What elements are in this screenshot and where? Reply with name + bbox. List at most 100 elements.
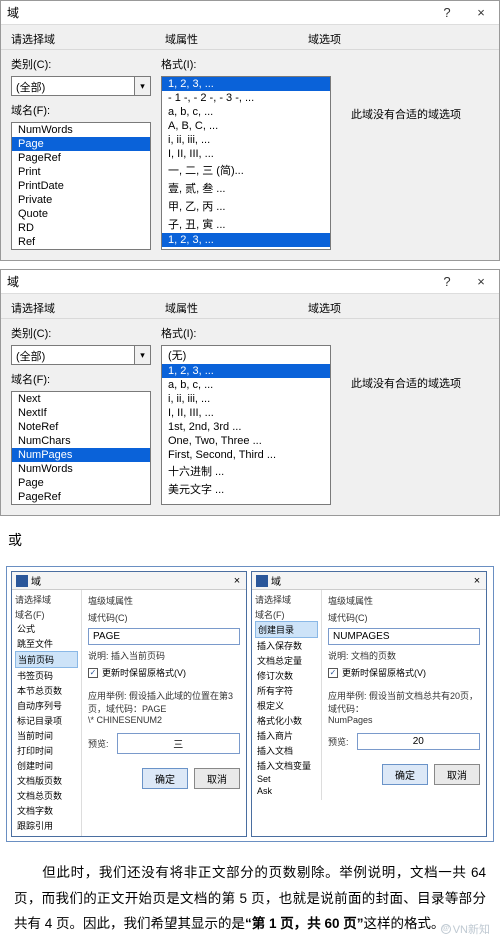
mini-right-panel: 塩级域属性 域代码(C) NUMPAGES 说明: 文档的页数 ✓ 更新时保留原…	[322, 590, 486, 800]
list-item[interactable]: 标记目录项	[15, 713, 78, 728]
list-item[interactable]: PrintDate	[12, 179, 150, 193]
list-item[interactable]: Private	[12, 193, 150, 207]
list-item[interactable]: I, II, III, ...	[162, 406, 330, 420]
list-item[interactable]: 十六进制 ...	[162, 462, 330, 480]
list-item[interactable]: 所有字符	[255, 683, 318, 698]
list-item[interactable]: 打印时间	[15, 743, 78, 758]
list-item[interactable]: 创建时间	[15, 758, 78, 773]
help-button[interactable]: ?	[431, 271, 463, 293]
fieldname-label: 域名(F):	[11, 371, 151, 387]
list-item[interactable]: 跟踪引用	[15, 818, 78, 833]
list-item[interactable]: Ref	[12, 235, 150, 249]
list-item[interactable]: 书签页码	[15, 668, 78, 683]
list-item[interactable]: 插入文档	[255, 743, 318, 758]
adv-title: 塩级域属性	[328, 594, 480, 607]
list-item[interactable]: i, ii, iii, ...	[162, 392, 330, 406]
code-desc: 说明: 插入当前页码	[88, 649, 240, 662]
list-item[interactable]: 1, 2, 3, ...	[162, 233, 330, 247]
list-item[interactable]: 修订次数	[255, 668, 318, 683]
list-item[interactable]: 插入文档变量	[255, 758, 318, 773]
list-item[interactable]: RD	[12, 221, 150, 235]
close-icon[interactable]: ×	[468, 575, 486, 587]
list-item[interactable]: 自动序列号	[15, 698, 78, 713]
category-label: 类别(C):	[11, 56, 151, 72]
list-item[interactable]: 美元文字 ...	[162, 480, 330, 498]
close-button[interactable]: ×	[463, 2, 499, 24]
list-item[interactable]: 本节总页数	[15, 683, 78, 698]
list-item[interactable]: PageRef	[12, 490, 150, 504]
list-item[interactable]: 壹, 贰, 叁 ...	[162, 179, 330, 197]
list-item[interactable]: Quote	[12, 207, 150, 221]
fieldname-list[interactable]: NextNextIfNoteRefNumCharsNumPagesNumWord…	[11, 391, 151, 505]
list-item[interactable]: NumWords	[12, 462, 150, 476]
cancel-button[interactable]: 取消	[194, 768, 240, 789]
list-item[interactable]: a, b, c, ...	[162, 378, 330, 392]
list-item[interactable]: NoteRef	[12, 420, 150, 434]
code-input[interactable]: NUMPAGES	[328, 628, 480, 645]
list-item[interactable]: 文档总定量	[255, 653, 318, 668]
category-select[interactable]: (全部) ▾	[11, 76, 151, 96]
list-item[interactable]: NumChars	[12, 434, 150, 448]
preserve-format-check[interactable]: ✓ 更新时保留原格式(V)	[88, 666, 240, 679]
list-item[interactable]: Set	[255, 773, 318, 785]
list-item[interactable]: First, Second, Third ...	[162, 448, 330, 462]
list-item[interactable]: One, Two, Three ...	[162, 434, 330, 448]
category-select[interactable]: (全部) ▾	[11, 345, 151, 365]
header-field-options: 域选项	[308, 300, 341, 316]
list-item[interactable]: i, ii, iii, ...	[162, 133, 330, 147]
list-item[interactable]: 插入保存数	[255, 638, 318, 653]
format-list[interactable]: 1, 2, 3, ...- 1 -, - 2 -, - 3 -, ...a, b…	[161, 76, 331, 250]
list-item[interactable]: NextIf	[12, 406, 150, 420]
list-item[interactable]: 文档字数	[15, 803, 78, 818]
header-select-field: 请选择域	[11, 300, 55, 316]
list-item[interactable]: PageRef	[12, 151, 150, 165]
list-item[interactable]: 甲, 乙, 丙 ...	[162, 197, 330, 215]
list-item[interactable]: 插入商片	[255, 728, 318, 743]
list-item[interactable]: 公式	[15, 621, 78, 636]
list-item[interactable]: 文档总页数	[15, 788, 78, 803]
list-item[interactable]: Print	[12, 165, 150, 179]
list-item[interactable]: a, b, c, ...	[162, 105, 330, 119]
mini-title: 域	[271, 573, 468, 588]
list-item[interactable]: Page	[12, 137, 150, 151]
list-item[interactable]: I, II, III, ...	[162, 147, 330, 161]
list-item[interactable]: 跳至文件	[15, 636, 78, 651]
mini-field-list[interactable]: 创建目录插入保存数文档总定量修订次数所有字符根定义格式化小数插入商片插入文档插入…	[255, 621, 318, 797]
list-item[interactable]: 1st, 2nd, 3rd ...	[162, 420, 330, 434]
ok-button[interactable]: 确定	[382, 764, 428, 785]
list-item[interactable]: NumPages	[12, 448, 150, 462]
list-item[interactable]: 子, 丑, 寅 ...	[162, 215, 330, 233]
fieldname-list[interactable]: NumWordsPagePageRefPrintPrintDatePrivate…	[11, 122, 151, 250]
list-item[interactable]: A, B, C, ...	[162, 119, 330, 133]
list-item[interactable]: 当前页码	[15, 651, 78, 668]
header-field-props: 域属性	[165, 31, 198, 47]
close-button[interactable]: ×	[463, 271, 499, 293]
list-item[interactable]: Next	[12, 392, 150, 406]
list-item[interactable]: NumWords	[12, 123, 150, 137]
list-item[interactable]: 当前时间	[15, 728, 78, 743]
list-item[interactable]: - 1 -, - 2 -, - 3 -, ...	[162, 91, 330, 105]
preview-label: 预览:	[88, 737, 109, 750]
list-item[interactable]: 文档版页数	[15, 773, 78, 788]
list-item[interactable]: 根定义	[255, 698, 318, 713]
mini-field-list[interactable]: 公式跳至文件当前页码书签页码本节总页数自动序列号标记目录项当前时间打印时间创建时…	[15, 621, 78, 833]
list-item[interactable]: (无)	[162, 346, 330, 364]
cancel-button[interactable]: 取消	[434, 764, 480, 785]
code-label: 域代码(C)	[88, 611, 240, 624]
list-item[interactable]: 一, 二, 三 (简)...	[162, 161, 330, 179]
list-item[interactable]: Page	[12, 476, 150, 490]
preserve-format-check[interactable]: ✓ 更新时保留原格式(V)	[328, 666, 480, 679]
format-list[interactable]: (无)1, 2, 3, ...a, b, c, ...i, ii, iii, .…	[161, 345, 331, 505]
list-item[interactable]: Ask	[255, 785, 318, 797]
list-item[interactable]: 创建目录	[255, 621, 318, 638]
watermark-text: VN新知	[453, 921, 490, 937]
close-icon[interactable]: ×	[228, 575, 246, 587]
ok-button[interactable]: 确定	[142, 768, 188, 789]
list-item[interactable]: 1, 2, 3, ...	[162, 364, 330, 378]
preview-label: 预览:	[328, 735, 349, 748]
list-item[interactable]: 1, 2, 3, ...	[162, 77, 330, 91]
chevron-down-icon: ▾	[134, 77, 150, 95]
list-item[interactable]: 格式化小数	[255, 713, 318, 728]
code-input[interactable]: PAGE	[88, 628, 240, 645]
help-button[interactable]: ?	[431, 2, 463, 24]
